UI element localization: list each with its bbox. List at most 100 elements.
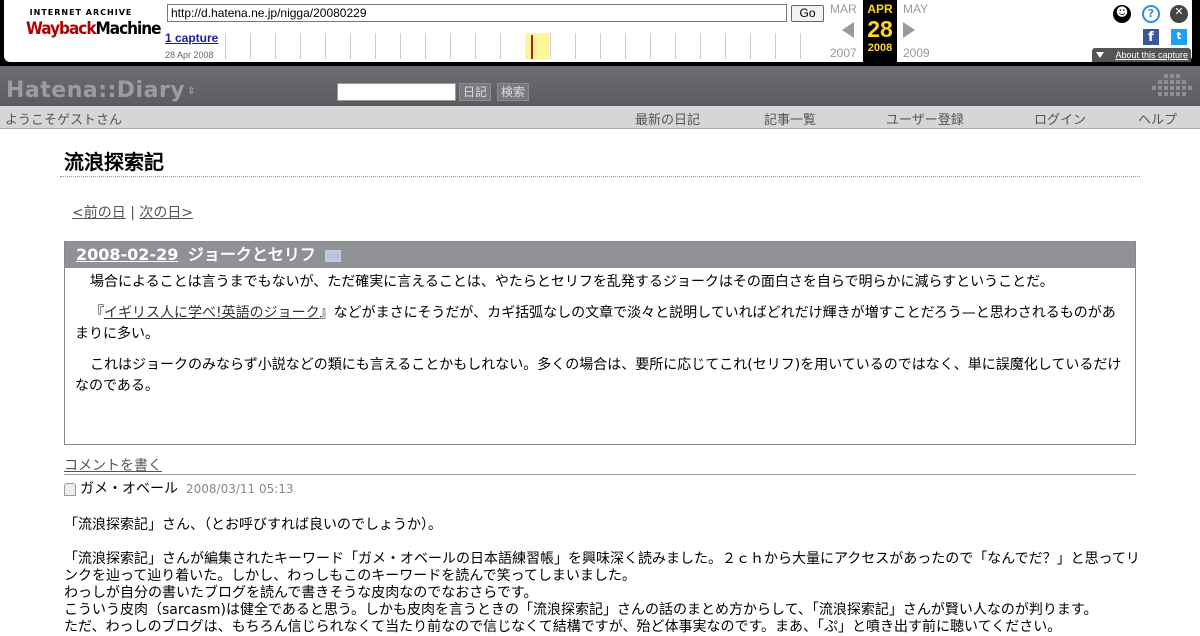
nav-login[interactable]: ログイン <box>1034 109 1086 128</box>
comment-line: 「流浪探索記」さんが編集されたキーワード「ガメ・オベールの日本語練習帳」を興味深… <box>64 551 1140 584</box>
go-button[interactable]: Go <box>791 5 824 22</box>
sparkline-month <box>475 33 476 59</box>
sparkline-month <box>400 33 401 59</box>
sparkline-current-year <box>525 33 549 59</box>
sparkline-month <box>375 33 376 59</box>
quote-open: 『 <box>90 305 104 321</box>
wayback-logo[interactable]: INTERNET ARCHIVE WaybackMachine <box>26 8 162 52</box>
comment-line: 「流浪探索記」さん、（とお呼びすれば良いのでしょうか）。 <box>64 517 442 533</box>
wayback-logo-machine: Machine <box>95 19 162 39</box>
diary-entry: 2008-02-29 ジョークとセリフ 場合によることは言うまでもないが、ただ確… <box>64 241 1136 445</box>
comment-header: ガメ・オベール 2008/03/11 05:13 <box>64 478 294 498</box>
comment-line: こういう皮肉（sarcasm)は健全であると思う。しかも皮肉を言うときの「流浪探… <box>64 602 1098 618</box>
current-capture-date: APR 28 2008 <box>863 0 897 62</box>
comment-divider <box>64 474 1136 475</box>
entry-paragraph: 『イギリス人に学べ!英語のジョーク』などがまさにそうだが、カギ括弧なしの文章で淡… <box>75 303 1125 345</box>
wayback-url-input[interactable]: http://d.hatena.ne.jp/nigga/20080229 <box>167 4 787 22</box>
nav-latest-diary[interactable]: 最新の日記 <box>635 109 700 128</box>
user-lock-icon <box>64 482 76 496</box>
about-capture-button[interactable]: About this capture <box>1092 48 1191 62</box>
title-divider <box>60 176 1140 177</box>
entry-header: 2008-02-29 ジョークとセリフ <box>65 242 1135 268</box>
wayback-logo-wayback: Wayback <box>26 19 97 39</box>
sparkline-month <box>600 33 601 59</box>
sparkline-month <box>775 33 776 59</box>
entry-paragraph: これはジョークのみならず小説などの類にも言えることかもしれない。多くの場合は、要… <box>75 357 1122 394</box>
write-comment-link[interactable]: コメントを書く <box>64 455 162 475</box>
sparkline-month <box>725 33 726 59</box>
hatena-diary-logo[interactable]: Hatena::Diary ⇕ <box>6 78 196 103</box>
comment-gap <box>64 534 1144 551</box>
sparkline-month <box>275 33 276 59</box>
book-link[interactable]: イギリス人に学べ!英語のジョーク <box>104 305 320 321</box>
sparkline-month <box>550 33 551 59</box>
next-year-label[interactable]: 2009 <box>903 46 930 60</box>
day-nav-separator: | <box>130 205 135 221</box>
close-icon[interactable]: ✕ <box>1170 5 1188 23</box>
updown-arrow-icon[interactable]: ⇕ <box>187 86 196 97</box>
sparkline-month <box>750 33 751 59</box>
hatena-search-input[interactable] <box>337 83 456 101</box>
search-button[interactable]: 検索 <box>497 83 530 101</box>
prev-year-label[interactable]: 2007 <box>830 46 857 60</box>
wayback-logo-line1: INTERNET ARCHIVE <box>29 8 133 17</box>
entry-body: 場合によることは言うまでもないが、ただ確実に言えることは、やたらとセリフを乱発す… <box>65 268 1135 397</box>
sparkline-month <box>300 33 301 59</box>
capture-sparkline[interactable] <box>225 33 825 59</box>
current-day: 28 <box>867 16 893 42</box>
comment-body: 「流浪探索記」さん、（とお呼びすれば良いのでしょうか）。 「流浪探索記」さんが編… <box>64 517 1144 636</box>
wayback-panel: INTERNET ARCHIVE WaybackMachine http://d… <box>4 0 1192 62</box>
next-day-link[interactable]: 次の日> <box>139 205 193 221</box>
help-icon[interactable]: ? <box>1142 5 1160 23</box>
welcome-text: ようこそゲストさん <box>5 113 123 128</box>
entry-heading[interactable]: ジョークとセリフ <box>188 245 316 264</box>
comment-timestamp: 2008/03/11 05:13 <box>186 482 294 496</box>
captures-link[interactable]: 1 capture <box>165 31 218 45</box>
sparkline-month <box>450 33 451 59</box>
hatena-nav-bar: ようこそゲストさん 最新の日記 記事一覧 ユーザー登録 ログイン ヘルプ <box>0 106 1200 129</box>
wayback-toolbar: INTERNET ARCHIVE WaybackMachine http://d… <box>0 0 1200 66</box>
sparkline-month <box>500 33 501 59</box>
sparkline-month <box>575 33 576 59</box>
nav-help[interactable]: ヘルプ <box>1138 109 1177 128</box>
next-capture-arrow-icon[interactable] <box>903 22 915 38</box>
sparkline-month <box>425 33 426 59</box>
sparkline-month <box>325 33 326 59</box>
comment-author: ガメ・オベール <box>80 481 178 497</box>
sparkline-month <box>225 33 226 59</box>
twitter-icon[interactable]: t <box>1171 29 1187 45</box>
sparkline-month <box>350 33 351 59</box>
entry-date-link[interactable]: 2008-02-29 <box>76 245 178 264</box>
capture-date: 28 Apr 2008 <box>165 50 214 60</box>
image-icon <box>324 249 341 262</box>
hatena-header: Hatena::Diary ⇕ 日記 検索 <box>0 66 1200 106</box>
comment-line: わっしが自分の書いたブログを読んで書きそうな皮肉なのでなおさらです。 <box>64 585 538 601</box>
nav-article-list[interactable]: 記事一覧 <box>764 109 816 128</box>
hatena-logo-text: Hatena::Diary <box>6 78 186 103</box>
current-year: 2008 <box>867 42 893 54</box>
wayback-logo-line2: WaybackMachine <box>26 19 162 39</box>
facebook-icon[interactable]: f <box>1143 29 1159 45</box>
about-capture-label: About this capture <box>1115 50 1188 60</box>
prev-month-label[interactable]: MAR <box>830 2 857 16</box>
nav-user-register[interactable]: ユーザー登録 <box>886 109 964 128</box>
prev-capture-arrow-icon[interactable] <box>842 22 854 38</box>
comment-line: ただ、わっしのブログは、もちろん信じられなくて当たり前なので信じなくて結構ですが… <box>64 619 1062 635</box>
entry-paragraph: 場合によることは言うまでもないが、ただ確実に言えることは、やたらとセリフを乱発す… <box>90 274 1054 290</box>
sparkline-month <box>800 33 801 59</box>
current-month: APR <box>867 2 893 16</box>
sparkline-month <box>700 33 701 59</box>
diary-title[interactable]: 流浪探索記 <box>64 146 164 175</box>
sparkline-capture-tick[interactable] <box>531 35 533 59</box>
diary-search-button[interactable]: 日記 <box>459 83 492 101</box>
sparkline-month <box>250 33 251 59</box>
next-month-label[interactable]: MAY <box>903 2 928 16</box>
dropdown-triangle-icon <box>1096 52 1104 58</box>
prev-day-link[interactable]: <前の日 <box>72 205 126 221</box>
user-icon[interactable]: ☻ <box>1113 5 1131 23</box>
sparkline-month <box>675 33 676 59</box>
sparkline-month <box>650 33 651 59</box>
hatena-decoration-icon <box>1152 74 1192 96</box>
day-navigation: <前の日 | 次の日> <box>72 202 193 222</box>
sparkline-month <box>625 33 626 59</box>
